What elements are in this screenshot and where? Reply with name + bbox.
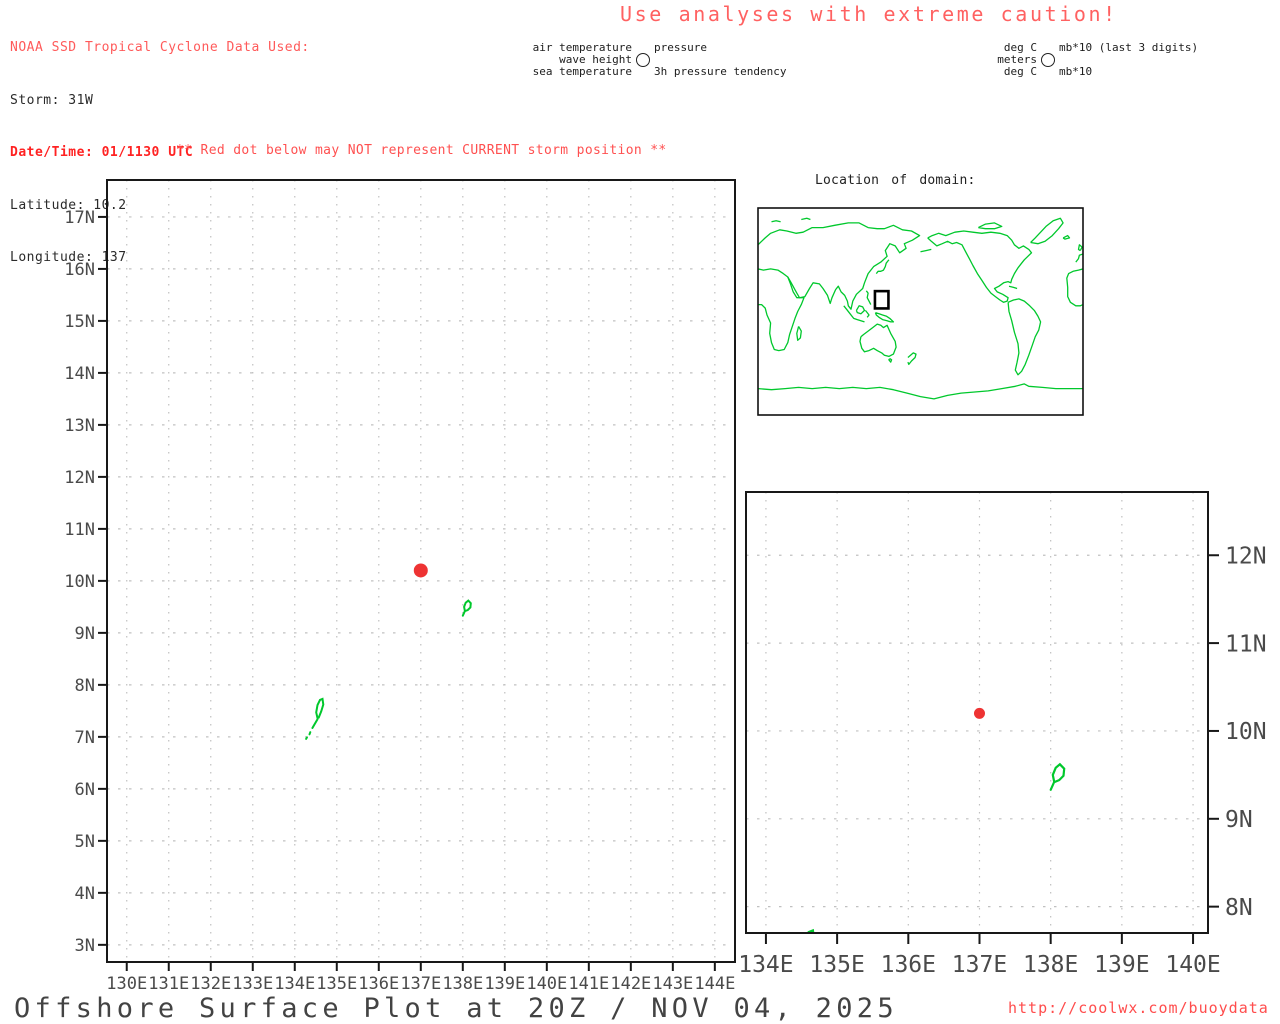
island-coastline bbox=[311, 718, 319, 729]
world-coastlines bbox=[758, 217, 1083, 400]
plots-canvas: 130E 131E 132E 133E 134E 135E 136E 137E 138E 139E… bbox=[64, 179, 1267, 994]
island-coastline bbox=[1049, 762, 1066, 791]
coastline-path bbox=[865, 290, 872, 305]
inset-world-map bbox=[757, 207, 1084, 416]
lat-tick-label: 8N bbox=[1225, 895, 1253, 921]
lat-tick-label: 15N bbox=[64, 312, 95, 332]
coastline-path bbox=[1007, 298, 1042, 376]
island-coastline bbox=[461, 599, 472, 617]
axis-ticks-and-labels: 134E 135E 136E 137E 138E 139E 140E 12N 11N 10N 9N 8… bbox=[738, 544, 1266, 978]
domain-location-box bbox=[873, 289, 890, 310]
coastline-path bbox=[1062, 234, 1071, 240]
lon-tick-label: 141E bbox=[568, 974, 609, 994]
coastline-path bbox=[920, 248, 932, 253]
lat-tick-label: 3N bbox=[75, 936, 95, 956]
lon-tick-label: 136E bbox=[881, 952, 936, 978]
lat-tick-label: 8N bbox=[75, 676, 95, 696]
lon-tick-label: 133E bbox=[232, 974, 273, 994]
coastline-path bbox=[796, 326, 802, 341]
lat-tick-label: 5N bbox=[75, 832, 95, 852]
lon-tick-label: 142E bbox=[610, 974, 651, 994]
coastline-path bbox=[758, 222, 921, 310]
lat-tick-label: 6N bbox=[75, 780, 95, 800]
coastline-path bbox=[907, 352, 917, 366]
coastline-path bbox=[771, 220, 781, 223]
coastline-path bbox=[855, 305, 866, 315]
zoom-domain-plot: 134E 135E 136E 137E 138E 139E 140E 12N 11N 10N 9N 8… bbox=[738, 491, 1267, 991]
coastline-path bbox=[864, 309, 870, 318]
lon-tick-label: 138E bbox=[1023, 952, 1078, 978]
lon-tick-label: 144E bbox=[694, 974, 735, 994]
lon-tick-label: 143E bbox=[652, 974, 693, 994]
lat-tick-label: 12N bbox=[1225, 544, 1267, 570]
coastline-path bbox=[1066, 268, 1083, 307]
island-coastline bbox=[305, 736, 308, 740]
lon-tick-label: 134E bbox=[738, 952, 793, 978]
lat-tick-label: 13N bbox=[64, 416, 95, 436]
lat-tick-label: 10N bbox=[64, 572, 95, 592]
coastline-path bbox=[978, 222, 1003, 230]
lon-tick-label: 137E bbox=[952, 952, 1007, 978]
island-coastline bbox=[791, 987, 793, 991]
lat-tick-label: 7N bbox=[75, 728, 95, 748]
storm-position-dot bbox=[413, 563, 428, 578]
island-coastlines bbox=[305, 599, 472, 740]
lon-tick-label: 137E bbox=[400, 974, 441, 994]
coastline-path bbox=[1077, 244, 1083, 252]
coastline-path bbox=[888, 358, 893, 363]
lon-tick-label: 139E bbox=[1094, 952, 1149, 978]
lon-tick-label: 138E bbox=[442, 974, 483, 994]
coastline-path bbox=[758, 383, 1083, 400]
lon-tick-label: 132E bbox=[190, 974, 231, 994]
lon-tick-label: 135E bbox=[809, 952, 864, 978]
lon-tick-label: 136E bbox=[358, 974, 399, 994]
lat-tick-label: 11N bbox=[1225, 631, 1267, 657]
lat-tick-label: 9N bbox=[75, 624, 95, 644]
lon-tick-label: 131E bbox=[148, 974, 189, 994]
lon-tick-label: 139E bbox=[484, 974, 525, 994]
island-coastline bbox=[796, 965, 805, 980]
buoydata-url-link[interactable]: http://coolwx.com/buoydata bbox=[1008, 999, 1269, 1017]
coastline-path bbox=[927, 230, 1033, 303]
main-domain-plot: 130E 131E 132E 133E 134E 135E 136E 137E 138E 139E… bbox=[64, 179, 736, 994]
island-coastline bbox=[315, 697, 325, 720]
coastline-path bbox=[801, 217, 811, 221]
lat-tick-label: 10N bbox=[1225, 719, 1267, 745]
coastline-path bbox=[1075, 253, 1083, 263]
lon-tick-label: 140E bbox=[526, 974, 567, 994]
lat-tick-label: 16N bbox=[64, 260, 95, 280]
lat-tick-label: 14N bbox=[64, 364, 95, 384]
lat-tick-label: 4N bbox=[75, 884, 95, 904]
coastline-path bbox=[874, 311, 895, 323]
coastline-path bbox=[859, 323, 897, 358]
lat-tick-label: 17N bbox=[64, 208, 95, 228]
lat-tick-label: 12N bbox=[64, 468, 95, 488]
coastline-path bbox=[1008, 285, 1018, 290]
lon-tick-label: 130E bbox=[106, 974, 147, 994]
coastline-path bbox=[875, 259, 890, 275]
lon-tick-label: 140E bbox=[1165, 952, 1220, 978]
lon-tick-label: 134E bbox=[274, 974, 315, 994]
axis-ticks-and-labels: 130E 131E 132E 133E 134E 135E 136E 137E 138E 139E… bbox=[64, 208, 735, 994]
offshore-surface-plot-page: NOAA SSD Tropical Cyclone Data Used: Sto… bbox=[0, 0, 1280, 1024]
lat-tick-label: 11N bbox=[64, 520, 95, 540]
island-coastline bbox=[308, 731, 312, 736]
lat-tick-label: 9N bbox=[1225, 807, 1253, 833]
lon-tick-label: 135E bbox=[316, 974, 357, 994]
storm-position-dot bbox=[973, 707, 985, 719]
coastline-path bbox=[1030, 217, 1064, 245]
plot-title: Offshore Surface Plot at 20Z / NOV 04, 2… bbox=[14, 993, 898, 1024]
